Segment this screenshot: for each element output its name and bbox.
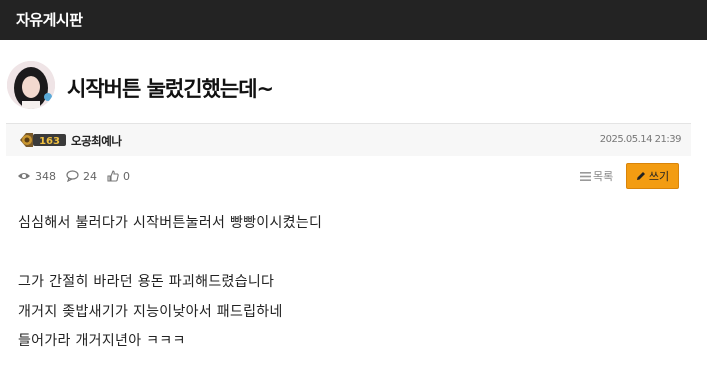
post-datetime: 2025.05.14 21:39 — [599, 134, 682, 145]
view-count-value: 348 — [35, 169, 56, 183]
post-body-line: 그가 간절히 바라던 용돈 파괴해드렸습니다 — [18, 274, 275, 290]
post-meta-bar: 163 오공최예나 2025.05.14 21:39 — [6, 123, 691, 156]
level-number: 163 — [39, 136, 60, 147]
post-body-line: 들어가라 개거지년아 ㅋㅋㅋ — [18, 333, 186, 349]
comment-count: 24 — [66, 170, 97, 183]
like-count-value: 0 — [123, 169, 130, 183]
like-count: 0 — [107, 170, 130, 183]
eye-icon — [18, 173, 30, 179]
board-title[interactable]: 자유게시판 — [16, 9, 83, 30]
level-badge: 163 — [18, 131, 68, 149]
list-icon — [580, 171, 591, 181]
author-name[interactable]: 오공최예나 — [71, 133, 122, 149]
write-button-label: 쓰기 — [648, 170, 670, 183]
author-avatar[interactable] — [7, 61, 55, 109]
post-content: 심심해서 불러다가 시작버튼눌러서 빵빵이시켰는디 그가 간절히 바라던 용돈 … — [18, 209, 678, 357]
post-stats: 348 24 0 — [17, 169, 140, 183]
write-button[interactable]: 쓰기 — [626, 163, 679, 189]
list-button[interactable]: 목록 — [580, 168, 613, 184]
thumbs-up-icon — [107, 170, 119, 182]
post-body-line — [18, 239, 678, 269]
comment-count-value: 24 — [83, 169, 97, 183]
post-body-line: 심심해서 불러다가 시작버튼눌러서 빵빵이시켰는디 — [18, 215, 323, 231]
pencil-icon — [636, 172, 645, 180]
comment-icon — [66, 170, 79, 182]
list-button-label: 목록 — [593, 170, 614, 183]
post-title: 시작버튼 눌렀긴했는데~ — [67, 77, 274, 101]
post-body-line: 개거지 좆밥새기가 지능이낮아서 패드립하네 — [18, 303, 283, 320]
view-count: 348 — [17, 170, 56, 183]
top-bar: 자유게시판 — [0, 0, 707, 40]
